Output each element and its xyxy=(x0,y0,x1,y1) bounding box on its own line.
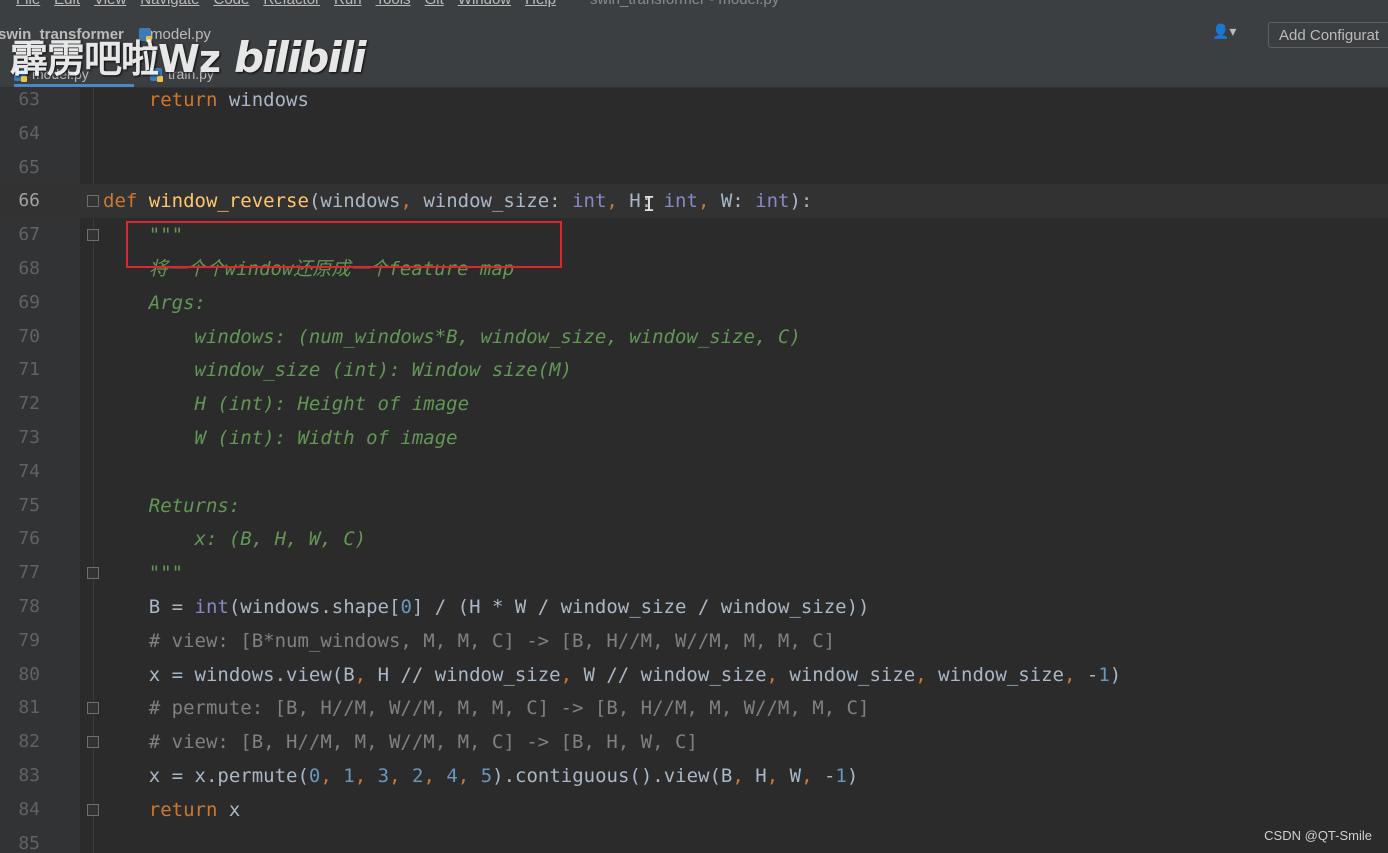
line-number: 63 xyxy=(18,89,40,110)
line-number: 81 xyxy=(18,697,40,719)
menu-item-run[interactable]: Run xyxy=(334,0,362,8)
line-number: 64 xyxy=(18,122,40,144)
watermark-text: 霹雳吧啦Wz xyxy=(10,37,221,81)
line-number: 80 xyxy=(18,663,40,685)
user-account-button[interactable]: 👤▾ xyxy=(1212,24,1248,46)
line-number: 76 xyxy=(18,528,40,550)
code-line[interactable]: 80 x = windows.view(B, H // window_size,… xyxy=(0,658,1388,692)
code-text: Returns: xyxy=(103,494,241,517)
menu-item-window[interactable]: Window xyxy=(458,0,511,8)
code-editor[interactable]: 63 return windows 64 65 66 def window_revers… xyxy=(0,88,1388,853)
code-line[interactable]: 63 return windows xyxy=(0,88,1388,117)
menu-bar: File Edit View Navigate Code Refactor Run Tools… xyxy=(0,0,1388,10)
code-line[interactable]: 73 W (int): Width of image xyxy=(0,421,1388,455)
fold-marker-icon[interactable] xyxy=(87,736,99,749)
code-line[interactable]: 64 xyxy=(0,117,1388,151)
code-line[interactable]: 79 # view: [B*num_windows, M, M, C] -> [… xyxy=(0,624,1388,658)
line-number: 85 xyxy=(18,832,40,853)
code-text: x = windows.view(B, H // window_size, W … xyxy=(103,663,1122,686)
code-line[interactable]: 72 H (int): Height of image xyxy=(0,387,1388,421)
menu-item-navigate[interactable]: Navigate xyxy=(140,0,199,8)
code-text: x: (B, H, W, C) xyxy=(103,528,367,551)
code-line[interactable]: 71 window_size (int): Window size(M) xyxy=(0,353,1388,387)
video-watermark: 霹雳吧啦Wz bilibili xyxy=(10,28,367,83)
line-number: 79 xyxy=(18,629,40,651)
code-line[interactable]: 82 # view: [B, H//M, M, W//M, M, C] -> [… xyxy=(0,725,1388,759)
line-number: 66 xyxy=(18,190,40,212)
code-line[interactable]: 78 B = int(windows.shape[0] / (H * W / w… xyxy=(0,590,1388,624)
line-number: 65 xyxy=(18,156,40,178)
fold-marker-icon[interactable] xyxy=(87,702,99,715)
code-line[interactable]: 75 Returns: xyxy=(0,489,1388,523)
code-text: """ xyxy=(103,562,184,585)
fold-marker-icon[interactable] xyxy=(87,229,99,242)
menu-item-git[interactable]: Git xyxy=(425,0,444,8)
add-configuration-button[interactable]: Add Configurat xyxy=(1268,22,1388,48)
code-line[interactable]: 83 x = x.permute(0, 1, 3, 2, 4, 5).conti… xyxy=(0,759,1388,793)
csdn-credit: CSDN @QT-Smile xyxy=(1264,828,1372,843)
user-icon: 👤▾ xyxy=(1212,24,1237,40)
code-text: Args: xyxy=(103,291,206,314)
line-number: 71 xyxy=(18,359,40,381)
code-line[interactable]: 85 xyxy=(0,827,1388,853)
line-number: 70 xyxy=(18,325,40,347)
line-number: 73 xyxy=(18,427,40,448)
code-line[interactable]: 66 def window_reverse(windows, window_siz… xyxy=(0,184,1388,219)
code-line[interactable]: 84 return x xyxy=(0,793,1388,827)
bilibili-logo: bilibili xyxy=(234,33,367,82)
code-line[interactable]: 77 """ xyxy=(0,556,1388,590)
code-text: windows: (num_windows*B, window_size, wi… xyxy=(103,325,801,348)
line-number: 78 xyxy=(18,596,40,617)
fold-marker-icon[interactable] xyxy=(87,567,99,580)
code-line[interactable]: 74 xyxy=(0,455,1388,489)
text-cursor-icon: I xyxy=(643,192,656,216)
code-line[interactable]: 69 Args: xyxy=(0,286,1388,320)
fold-marker-icon[interactable] xyxy=(87,803,99,816)
menu-item-code[interactable]: Code xyxy=(213,0,249,8)
code-line[interactable]: 81 # permute: [B, H//M, W//M, M, M, C] -… xyxy=(0,691,1388,725)
line-number: 74 xyxy=(18,460,40,482)
line-number: 67 xyxy=(18,224,40,246)
line-number: 84 xyxy=(18,798,40,820)
annotation-highlight-box xyxy=(126,221,562,268)
code-text: # view: [B, H//M, M, W//M, M, C] -> [B, … xyxy=(103,731,698,754)
line-number: 68 xyxy=(18,258,40,279)
code-text: return windows xyxy=(148,89,309,111)
code-text: B = int(windows.shape[0] / (H * W / wind… xyxy=(103,596,870,618)
line-number: 75 xyxy=(18,494,40,516)
fold-marker-icon[interactable] xyxy=(87,195,99,208)
code-text: H (int): Height of image xyxy=(103,393,470,416)
menu-item-file[interactable]: File xyxy=(16,0,40,8)
menu-item-help[interactable]: Help xyxy=(525,0,556,8)
menu-item-refactor[interactable]: Refactor xyxy=(263,0,320,8)
menu-item-edit[interactable]: Edit xyxy=(54,0,80,8)
code-text: x = x.permute(0, 1, 3, 2, 4, 5).contiguo… xyxy=(103,765,859,787)
window-title: swin_transformer - model.py xyxy=(590,0,779,8)
line-number: 83 xyxy=(18,765,40,786)
code-text: window_size (int): Window size(M) xyxy=(103,359,573,382)
line-number: 72 xyxy=(18,393,40,415)
menu-items: File Edit View Navigate Code Refactor Run Tools… xyxy=(16,0,779,8)
code-text: return x xyxy=(148,798,241,821)
code-text: # view: [B*num_windows, M, M, C] -> [B, … xyxy=(103,629,836,652)
line-number: 77 xyxy=(18,562,40,584)
line-number: 82 xyxy=(18,731,40,753)
code-line[interactable]: 70 windows: (num_windows*B, window_size,… xyxy=(0,320,1388,354)
menu-item-view[interactable]: View xyxy=(94,0,126,8)
code-line[interactable]: 65 xyxy=(0,151,1388,185)
code-text: # permute: [B, H//M, W//M, M, M, C] -> [… xyxy=(103,697,870,720)
menu-item-tools[interactable]: Tools xyxy=(376,0,411,8)
code-line[interactable]: 76 x: (B, H, W, C) xyxy=(0,522,1388,556)
line-number: 69 xyxy=(18,291,40,313)
code-text: W (int): Width of image xyxy=(103,427,458,449)
code-text: def window_reverse(windows, window_size:… xyxy=(103,190,813,213)
